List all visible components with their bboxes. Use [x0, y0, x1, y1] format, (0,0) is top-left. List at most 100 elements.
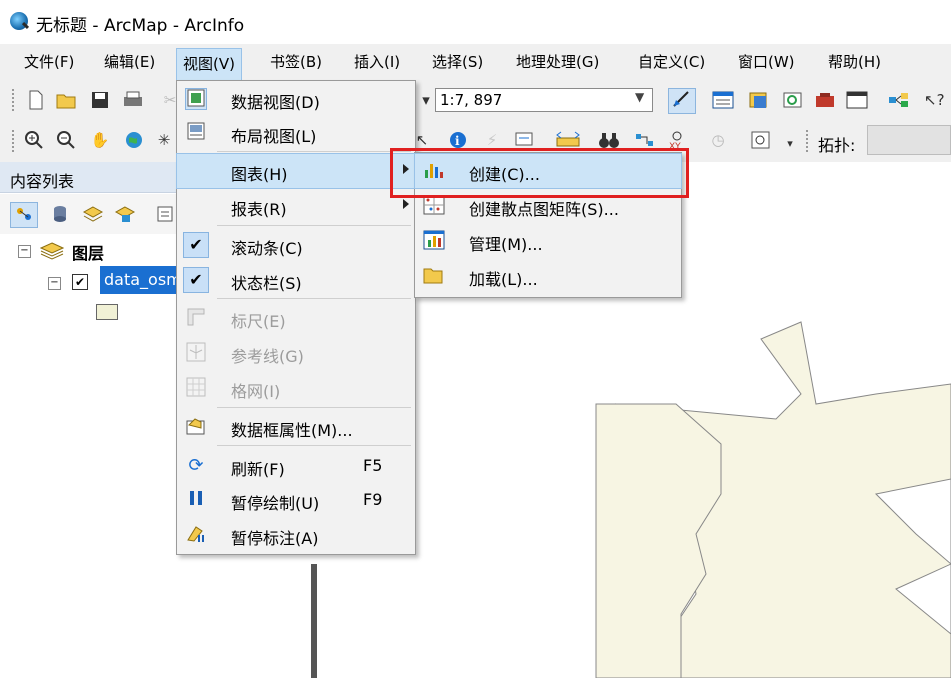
list-by-source-icon[interactable] — [50, 204, 70, 224]
arctoolbox-icon[interactable] — [814, 90, 834, 110]
toolbar-grip[interactable] — [12, 130, 17, 152]
new-document-icon[interactable] — [26, 90, 46, 110]
menu-item-scrollbars[interactable]: ✔ 滚动条(C) — [177, 228, 415, 262]
layers-icon — [39, 242, 65, 264]
toolbar-grip[interactable] — [806, 130, 811, 152]
menu-item-grid[interactable]: 格网(I) — [177, 371, 415, 405]
data-frame-properties-icon — [185, 416, 207, 438]
python-window-icon[interactable] — [846, 90, 868, 110]
collapse-toggle-icon[interactable]: − — [48, 277, 61, 290]
editor-toolbar-icon[interactable] — [668, 88, 696, 114]
time-slider-icon[interactable]: ◷ — [708, 130, 728, 150]
check-icon: ✔ — [183, 232, 209, 258]
toc-tree: − 图层 − ✔ — [0, 234, 176, 678]
list-by-drawing-order-icon[interactable] — [10, 202, 38, 228]
menu-item-layout-view[interactable]: 布局视图(L) — [177, 116, 415, 150]
collapse-toggle-icon[interactable]: − — [18, 245, 31, 258]
title-bar: 无标题 - ArcMap - ArcInfo — [0, 0, 951, 44]
toolbar-grip[interactable] — [12, 89, 17, 111]
list-by-selection-icon[interactable] — [114, 204, 136, 224]
layer-visibility-checkbox[interactable]: ✔ — [72, 274, 88, 290]
layer-symbol-swatch[interactable] — [96, 304, 118, 320]
pan-hand-icon[interactable]: ✋ — [90, 130, 110, 150]
html-popup-icon[interactable] — [514, 130, 534, 150]
menu-separator — [217, 445, 411, 446]
folder-open-icon — [423, 265, 445, 287]
toolbar-options-chevron-icon[interactable]: ▾ — [780, 134, 800, 154]
menu-separator — [217, 298, 411, 299]
toc-options-icon[interactable] — [156, 204, 176, 224]
scatter-matrix-icon — [423, 195, 445, 217]
catalog-icon[interactable] — [748, 90, 768, 110]
refresh-icon: ⟳ — [188, 455, 204, 476]
print-icon[interactable] — [122, 90, 142, 110]
menu-item-load-graph[interactable]: 加载(L)... — [415, 259, 681, 293]
menu-item-pause-drawing[interactable]: 暂停绘制(U) F9 — [177, 483, 415, 517]
zoom-in-icon[interactable] — [24, 130, 44, 150]
list-by-visibility-icon[interactable] — [82, 204, 104, 224]
menu-bookmarks[interactable]: 书签(B) — [264, 50, 328, 74]
toc-title: 内容列表 — [10, 172, 75, 191]
full-extent-globe-icon[interactable] — [124, 130, 144, 150]
search-window-icon[interactable] — [782, 90, 802, 110]
table-of-contents-icon[interactable] — [712, 90, 734, 110]
menu-help[interactable]: 帮助(H) — [822, 50, 887, 74]
menu-separator — [217, 407, 411, 408]
xy-go-to-icon[interactable]: XY — [666, 130, 686, 152]
menu-item-rulers[interactable]: 标尺(E) — [177, 301, 415, 335]
map-scale-value: 1:7, 897 — [440, 91, 503, 109]
identify-icon[interactable]: i — [448, 130, 468, 150]
menu-windows[interactable]: 窗口(W) — [732, 50, 801, 74]
data-view-icon — [185, 88, 207, 110]
pause-icon — [185, 489, 207, 511]
menu-item-data-frame-properties[interactable]: 数据框属性(M)... — [177, 410, 415, 444]
menu-bar: 文件(F) 编辑(E) 视图(V) 书签(B) 插入(I) 选择(S) 地理处理… — [0, 44, 951, 81]
layer-name[interactable]: data_osm — [100, 266, 180, 294]
menu-view[interactable]: 视图(V) — [176, 48, 242, 81]
menu-item-graphs[interactable]: 图表(H) — [176, 153, 416, 189]
find-binoculars-icon[interactable] — [598, 130, 619, 150]
menu-item-reports[interactable]: 报表(R) — [177, 189, 415, 223]
chevron-down-icon[interactable]: ▼ — [635, 90, 644, 104]
open-folder-icon[interactable] — [56, 90, 76, 110]
find-route-icon[interactable] — [634, 130, 654, 150]
toc-toolbar — [0, 194, 176, 234]
whats-this-icon[interactable]: ↖? — [924, 90, 945, 110]
create-viewer-window-icon[interactable] — [750, 130, 770, 150]
model-builder-icon[interactable] — [888, 90, 908, 110]
menu-edit[interactable]: 编辑(E) — [98, 50, 161, 74]
menu-item-refresh[interactable]: ⟳ 刷新(F) F5 — [177, 449, 415, 483]
pause-labeling-icon — [185, 524, 207, 546]
fixed-zoom-icon[interactable]: ✳ — [154, 130, 174, 150]
check-icon: ✔ — [183, 267, 209, 293]
menu-item-pause-labeling[interactable]: 暂停标注(A) — [177, 518, 415, 552]
zoom-out-icon[interactable] — [56, 130, 76, 150]
grid-icon — [185, 377, 207, 399]
view-menu-dropdown: 数据视图(D) 布局视图(L) 图表(H) 报表(R) ✔ 滚动条(C) ✔ 状… — [176, 80, 416, 555]
menu-file[interactable]: 文件(F) — [18, 50, 80, 74]
guides-icon — [185, 342, 207, 364]
annotation-highlight-box — [390, 148, 689, 198]
add-data-dropdown-icon[interactable]: ▾ — [416, 90, 436, 110]
menu-item-guides[interactable]: 参考线(G) — [177, 336, 415, 370]
topology-combo[interactable] — [867, 125, 951, 155]
menu-customize[interactable]: 自定义(C) — [632, 50, 711, 74]
arcmap-app-icon — [10, 12, 28, 30]
menu-separator — [217, 151, 411, 152]
toc-root-label[interactable]: 图层 — [72, 240, 104, 264]
submenu-arrow-icon — [403, 199, 409, 209]
manage-graphs-icon — [423, 230, 445, 252]
hyperlink-icon[interactable]: ⚡ — [482, 130, 502, 150]
menu-item-data-view[interactable]: 数据视图(D) — [177, 82, 415, 116]
menu-selection[interactable]: 选择(S) — [426, 50, 489, 74]
menu-item-manage-graphs[interactable]: 管理(M)... — [415, 224, 681, 258]
window-title: 无标题 - ArcMap - ArcInfo — [36, 16, 245, 36]
measure-icon[interactable] — [556, 130, 580, 150]
menu-geoprocessing[interactable]: 地理处理(G) — [510, 50, 605, 74]
menu-insert[interactable]: 插入(I) — [348, 50, 406, 74]
topology-label: 拓扑: — [818, 136, 856, 155]
layout-view-icon — [185, 122, 207, 144]
save-icon[interactable] — [90, 90, 110, 110]
menu-separator — [217, 225, 411, 226]
menu-item-status-bar[interactable]: ✔ 状态栏(S) — [177, 263, 415, 297]
